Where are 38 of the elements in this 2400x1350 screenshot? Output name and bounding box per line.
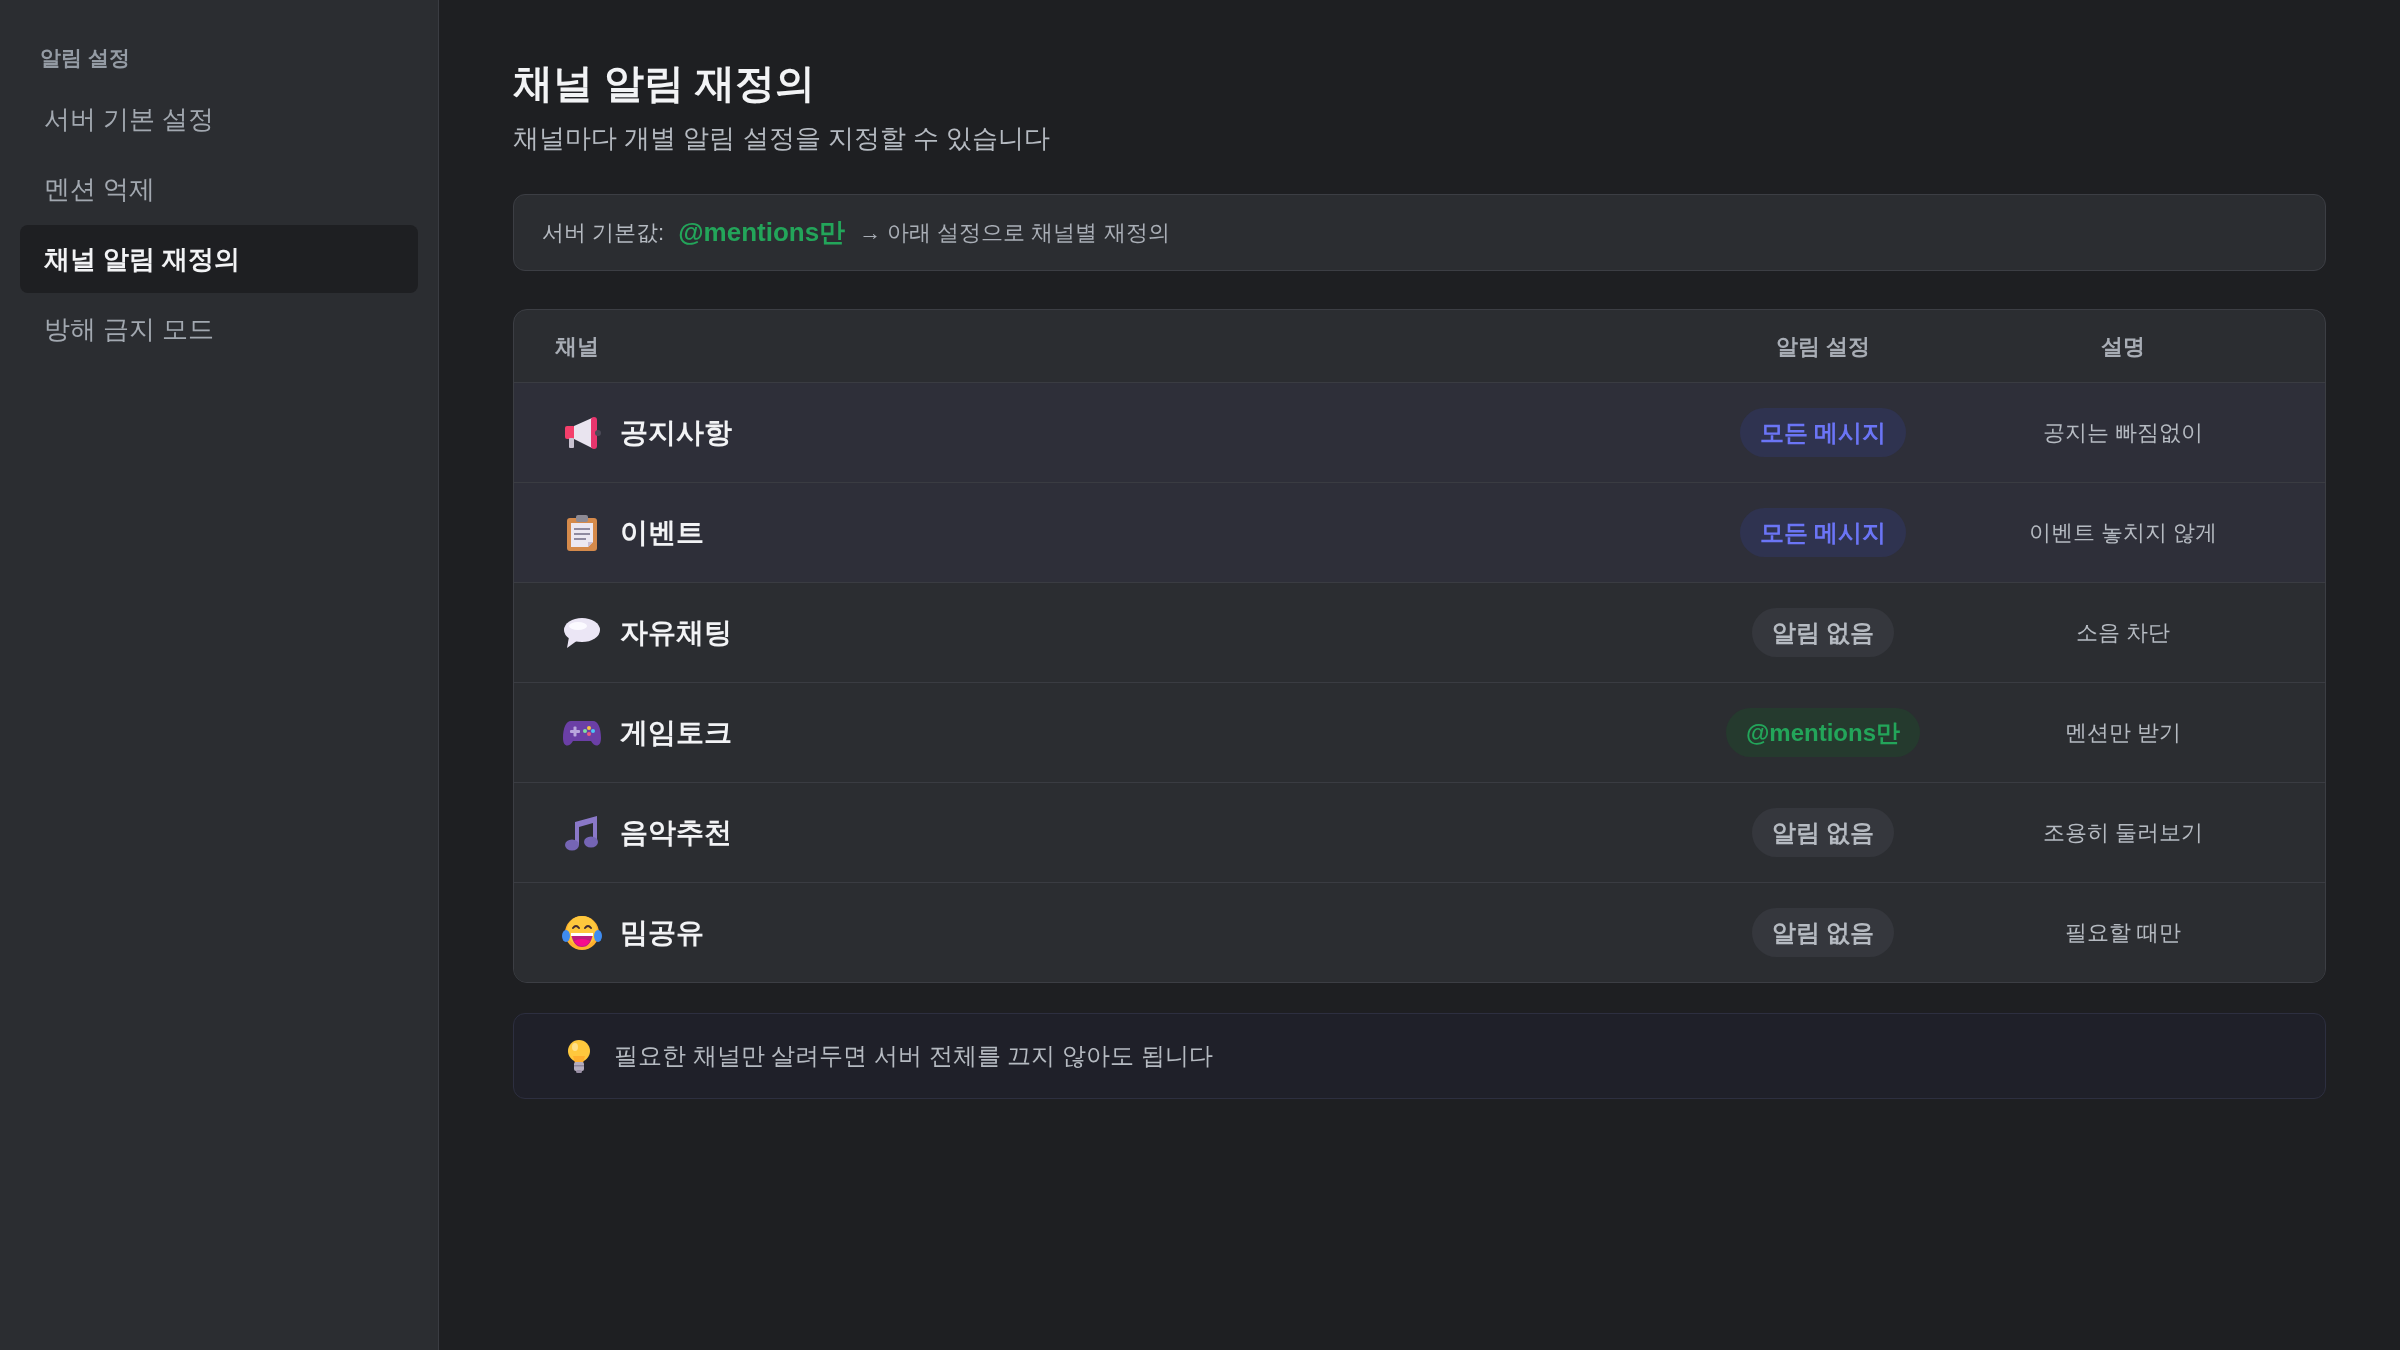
clipboard-icon — [566, 513, 598, 552]
setting-badge: 알림 없음 — [1751, 608, 1895, 657]
music-notes-icon — [564, 814, 600, 851]
lightbulb-icon — [566, 1039, 592, 1073]
channel-name: 공지사항 — [620, 415, 732, 450]
setting-badge: 모든 메시지 — [1739, 508, 1907, 557]
setting-badge: 모든 메시지 — [1739, 408, 1907, 457]
column-header: 채널 — [555, 333, 599, 359]
tip-text: 필요한 채널만 살려두면 서버 전체를 끄지 않아도 됩니다 — [614, 1041, 1213, 1071]
setting-badge: @mentions만 — [1725, 708, 1921, 757]
banner-label: 서버 기본값: — [542, 219, 665, 247]
channel-description: 멘션만 받기 — [2064, 719, 2182, 747]
channel-name: 밈공유 — [620, 915, 704, 950]
sidebar-item[interactable]: 멘션 억제 — [20, 155, 418, 223]
setting-badge: 알림 없음 — [1751, 808, 1895, 857]
sidebar-heading: 알림 설정 — [39, 45, 131, 71]
megaphone-icon — [563, 414, 601, 451]
channel-name: 자유채팅 — [620, 615, 732, 650]
sidebar-item[interactable]: 방해 금지 모드 — [20, 295, 418, 363]
speech-bubble-icon — [563, 616, 601, 649]
channel-description: 조용히 둘러보기 — [2042, 819, 2204, 847]
channel-description: 공지는 빠짐없이 — [2042, 419, 2204, 447]
channel-description: 소음 차단 — [2075, 619, 2171, 647]
channel-description: 필요할 때만 — [2064, 919, 2182, 947]
page-subtitle: 채널마다 개별 알림 설정을 지정할 수 있습니다 — [513, 122, 1052, 155]
banner-note: → 아래 설정으로 채널별 재정의 — [859, 219, 1170, 247]
channel-name: 게임토크 — [620, 715, 732, 750]
sidebar-item[interactable]: 채널 알림 재정의 — [20, 225, 418, 293]
laughing-emoji-icon — [562, 913, 602, 952]
column-header: 알림 설정 — [1775, 332, 1871, 361]
default-setting-value: @mentions만 — [678, 216, 846, 249]
page-title: 채널 알림 재정의 — [513, 60, 817, 107]
setting-badge: 알림 없음 — [1751, 908, 1895, 957]
channel-description: 이벤트 놓치지 않게 — [2028, 519, 2218, 547]
column-header: 설명 — [2101, 332, 2145, 361]
sidebar-item[interactable]: 서버 기본 설정 — [20, 85, 418, 153]
channel-name: 음악추천 — [620, 815, 732, 850]
channel-name: 이벤트 — [620, 515, 704, 550]
